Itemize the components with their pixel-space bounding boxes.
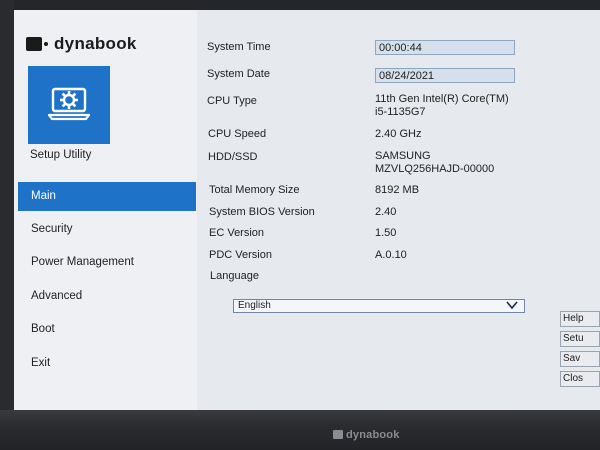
sidebar: dynabook Setup Utility Main Security Pow…: [14, 10, 197, 410]
memory-value: 8192 MB: [375, 184, 420, 196]
storage-value-line1: SAMSUNG: [375, 150, 431, 162]
sidebar-item-advanced[interactable]: Advanced: [18, 283, 196, 309]
monitor-bezel-top: [0, 0, 600, 10]
bios-version-label: System BIOS Version: [209, 206, 315, 218]
bezel-dynabook-logo: dynabook: [333, 429, 400, 441]
save-button[interactable]: Sav: [560, 351, 600, 367]
language-selected-value: English: [238, 300, 271, 311]
pdc-version-value: A.0.10: [375, 249, 407, 261]
system-time-label: System Time: [207, 41, 271, 53]
system-date-field[interactable]: 08/24/2021: [375, 68, 515, 83]
system-time-field[interactable]: 00:00:44: [375, 40, 515, 55]
cpu-speed-label: CPU Speed: [208, 128, 267, 140]
memory-label: Total Memory Size: [209, 184, 300, 196]
sidebar-item-main[interactable]: Main: [18, 182, 196, 211]
sidebar-nav: Main Security Power Management Advanced …: [18, 182, 196, 383]
setup-utility-tile: [28, 66, 110, 144]
system-date-label: System Date: [207, 68, 270, 80]
main-panel: System Time 00:00:44 System Date 08/24/2…: [197, 10, 600, 410]
cpu-type-value-line1: 11th Gen Intel(R) Core(TM): [375, 93, 509, 105]
settings-laptop-icon: [47, 87, 91, 121]
bezel-brand-name: dynabook: [346, 429, 400, 441]
bios-screen: dynabook Setup Utility Main Security Pow…: [14, 10, 600, 410]
ec-version-label: EC Version: [209, 227, 265, 239]
cpu-type-value-line2: i5-1135G7: [375, 106, 426, 118]
storage-label: HDD/SSD: [208, 151, 258, 163]
brand-name: dynabook: [54, 34, 137, 53]
monitor-bezel-bottom: [0, 410, 600, 450]
bezel-logo-icon: [333, 430, 343, 439]
setup-button[interactable]: Setu: [560, 331, 600, 347]
brand-logo: dynabook: [26, 34, 137, 54]
cpu-speed-value: 2.40 GHz: [375, 128, 422, 140]
cpu-type-label: CPU Type: [207, 95, 257, 107]
ec-version-value: 1.50: [375, 227, 397, 239]
sidebar-item-exit[interactable]: Exit: [18, 350, 196, 376]
monitor-bezel-left: [0, 0, 14, 450]
help-button[interactable]: Help: [560, 311, 600, 327]
dynabook-logo-icon: [26, 37, 48, 51]
bios-version-value: 2.40: [375, 206, 397, 218]
pdc-version-label: PDC Version: [209, 249, 272, 261]
sidebar-item-power-management[interactable]: Power Management: [18, 249, 196, 275]
language-select[interactable]: English: [233, 299, 525, 313]
sidebar-item-security[interactable]: Security: [18, 216, 196, 242]
sidebar-item-boot[interactable]: Boot: [18, 316, 196, 342]
setup-utility-label: Setup Utility: [30, 149, 92, 161]
language-label: Language: [210, 270, 259, 282]
chevron-down-icon: [506, 300, 518, 314]
storage-value-line2: MZVLQ256HAJD-00000: [375, 163, 495, 175]
close-button[interactable]: Clos: [560, 371, 600, 387]
